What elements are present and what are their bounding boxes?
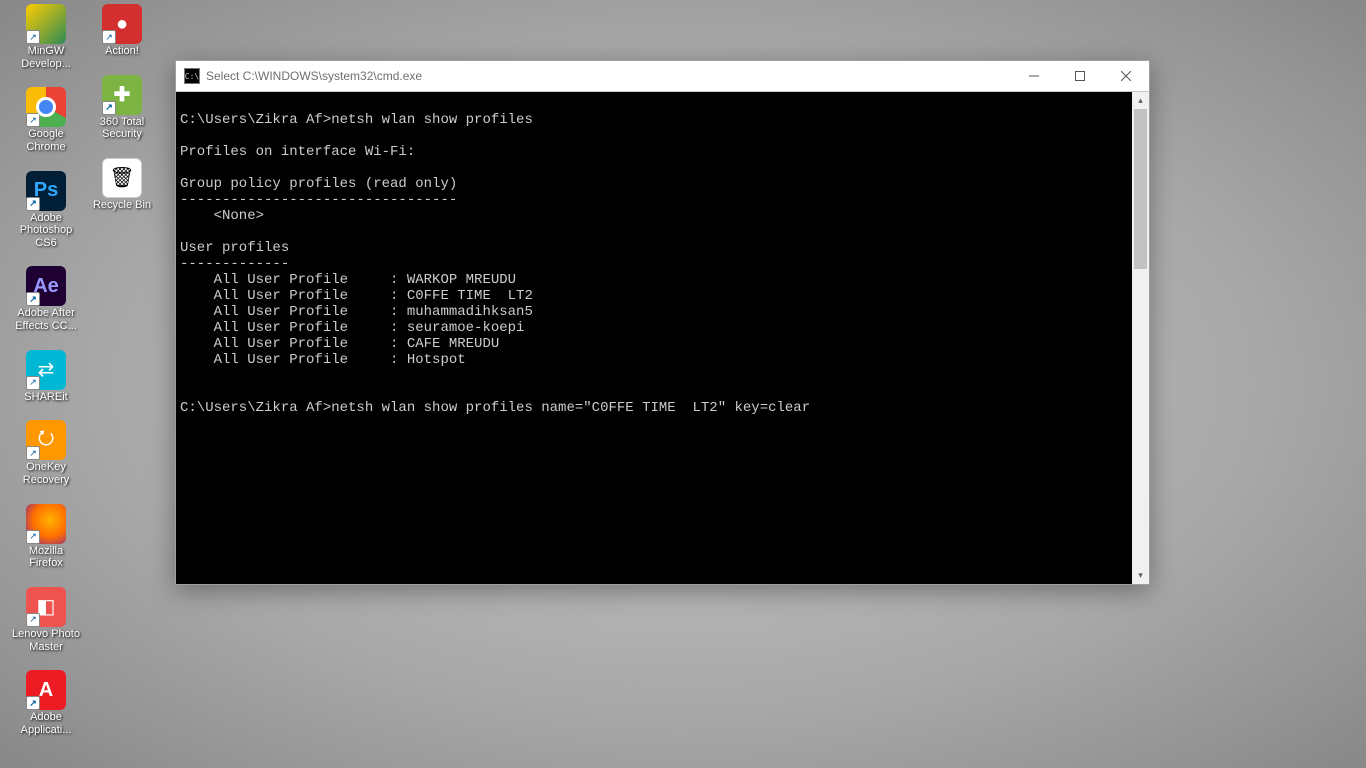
chrome-icon: ↗ xyxy=(26,87,66,127)
adobe-icon: A↗ xyxy=(26,670,66,710)
terminal-output[interactable]: C:\Users\Zikra Af>netsh wlan show profil… xyxy=(176,92,1132,584)
shortcut-arrow-icon: ↗ xyxy=(26,113,40,127)
desktop-icon-adobeapp[interactable]: A↗ Adobe Applicati... xyxy=(10,670,82,737)
desktop-icon-photoshop[interactable]: Ps↗ Adobe Photoshop CS6 xyxy=(10,171,82,251)
shortcut-arrow-icon: ↗ xyxy=(26,292,40,306)
desktop-icon-lenovo[interactable]: ◧↗ Lenovo Photo Master xyxy=(10,587,82,654)
recycle-bin-icon: 🗑 xyxy=(102,158,142,198)
desktop-icon-label: SHAREit xyxy=(22,390,69,405)
maximize-icon xyxy=(1075,71,1085,81)
desktop-icon-label: MinGW Develop... xyxy=(10,44,82,71)
onekey-icon: ⭮↗ xyxy=(26,420,66,460)
desktop-icon-firefox[interactable]: ↗ Mozilla Firefox xyxy=(10,504,82,571)
desktop-icon-recycle[interactable]: 🗑 Recycle Bin xyxy=(86,158,158,213)
terminal-container: C:\Users\Zikra Af>netsh wlan show profil… xyxy=(176,91,1149,584)
desktop-icon-aftereffects[interactable]: Ae↗ Adobe After Effects CC... xyxy=(10,266,82,333)
desktop-icon-label: Adobe Photoshop CS6 xyxy=(10,211,82,251)
360-icon: ✚↗ xyxy=(102,75,142,115)
shortcut-arrow-icon: ↗ xyxy=(26,530,40,544)
desktop-icon-mingw[interactable]: ↗ MinGW Develop... xyxy=(10,4,82,71)
maximize-button[interactable] xyxy=(1057,61,1103,91)
desktop-icon-onekey[interactable]: ⭮↗ OneKey Recovery xyxy=(10,420,82,487)
mingw-icon: ↗ xyxy=(26,4,66,44)
desktop-icon-label: Mozilla Firefox xyxy=(10,544,82,571)
shortcut-arrow-icon: ↗ xyxy=(26,613,40,627)
desktop-icon-action[interactable]: ●↗ Action! xyxy=(86,4,158,59)
desktop-icon-shareit[interactable]: ⇄↗ SHAREit xyxy=(10,350,82,405)
window-title: Select C:\WINDOWS\system32\cmd.exe xyxy=(206,69,422,83)
scroll-up-arrow-icon[interactable]: ▴ xyxy=(1132,92,1149,109)
shortcut-arrow-icon: ↗ xyxy=(26,696,40,710)
desktop-icon-label: Adobe After Effects CC... xyxy=(10,306,82,333)
shortcut-arrow-icon: ↗ xyxy=(26,30,40,44)
scroll-track[interactable] xyxy=(1132,109,1149,567)
desktop-icon-column-2: ●↗ Action! ✚↗ 360 Total Security 🗑 Recyc… xyxy=(86,4,158,213)
desktop-icon-label: Recycle Bin xyxy=(91,198,153,213)
desktop-icon-360[interactable]: ✚↗ 360 Total Security xyxy=(86,75,158,142)
desktop-icon-label: 360 Total Security xyxy=(86,115,158,142)
aftereffects-icon: Ae↗ xyxy=(26,266,66,306)
scrollbar[interactable]: ▴ ▾ xyxy=(1132,92,1149,584)
close-button[interactable] xyxy=(1103,61,1149,91)
lenovo-icon: ◧↗ xyxy=(26,587,66,627)
shortcut-arrow-icon: ↗ xyxy=(26,197,40,211)
scroll-down-arrow-icon[interactable]: ▾ xyxy=(1132,567,1149,584)
desktop-icon-label: Lenovo Photo Master xyxy=(10,627,82,654)
desktop-icon-label: Google Chrome xyxy=(10,127,82,154)
desktop-icon-label: Adobe Applicati... xyxy=(10,710,82,737)
shortcut-arrow-icon: ↗ xyxy=(102,30,116,44)
cmd-app-icon: C:\ xyxy=(184,68,200,84)
desktop: ↗ MinGW Develop... ↗ Google Chrome Ps↗ A… xyxy=(0,0,1366,768)
window-titlebar[interactable]: C:\ Select C:\WINDOWS\system32\cmd.exe xyxy=(176,61,1149,91)
shortcut-arrow-icon: ↗ xyxy=(102,101,116,115)
desktop-icon-column-1: ↗ MinGW Develop... ↗ Google Chrome Ps↗ A… xyxy=(10,4,82,738)
close-icon xyxy=(1121,71,1131,81)
photoshop-icon: Ps↗ xyxy=(26,171,66,211)
desktop-icon-label: OneKey Recovery xyxy=(10,460,82,487)
cmd-window[interactable]: C:\ Select C:\WINDOWS\system32\cmd.exe C… xyxy=(175,60,1150,585)
shortcut-arrow-icon: ↗ xyxy=(26,446,40,460)
desktop-icon-label: Action! xyxy=(103,44,141,59)
scroll-thumb[interactable] xyxy=(1134,109,1147,269)
action-icon: ●↗ xyxy=(102,4,142,44)
desktop-icon-chrome[interactable]: ↗ Google Chrome xyxy=(10,87,82,154)
shortcut-arrow-icon: ↗ xyxy=(26,376,40,390)
minimize-icon xyxy=(1029,71,1039,81)
shareit-icon: ⇄↗ xyxy=(26,350,66,390)
minimize-button[interactable] xyxy=(1011,61,1057,91)
firefox-icon: ↗ xyxy=(26,504,66,544)
